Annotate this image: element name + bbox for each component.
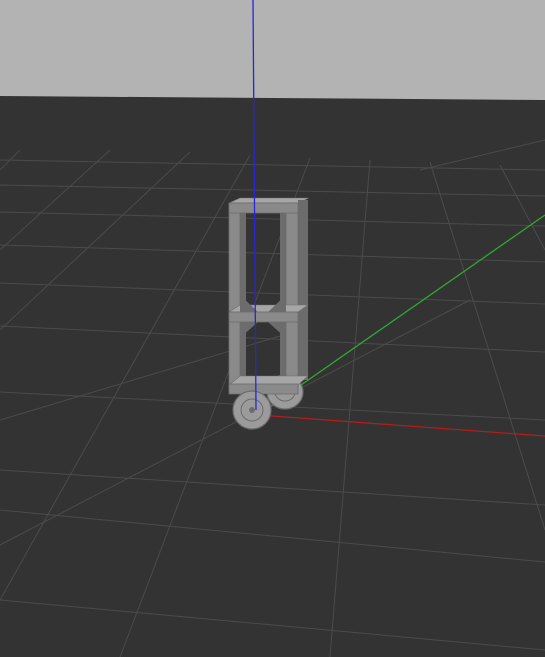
frame-front-right-post xyxy=(285,202,299,392)
frame-middle-bar xyxy=(228,311,299,323)
3d-viewport[interactable] xyxy=(0,0,545,657)
frame-back-right-post xyxy=(298,200,308,380)
frame-top-face xyxy=(228,197,310,204)
frame-bottom-bar xyxy=(228,383,299,395)
sky-background xyxy=(0,0,545,100)
frame-front-left-post xyxy=(228,202,241,392)
scene-canvas[interactable] xyxy=(0,0,545,657)
frame-top-bar xyxy=(228,202,299,214)
